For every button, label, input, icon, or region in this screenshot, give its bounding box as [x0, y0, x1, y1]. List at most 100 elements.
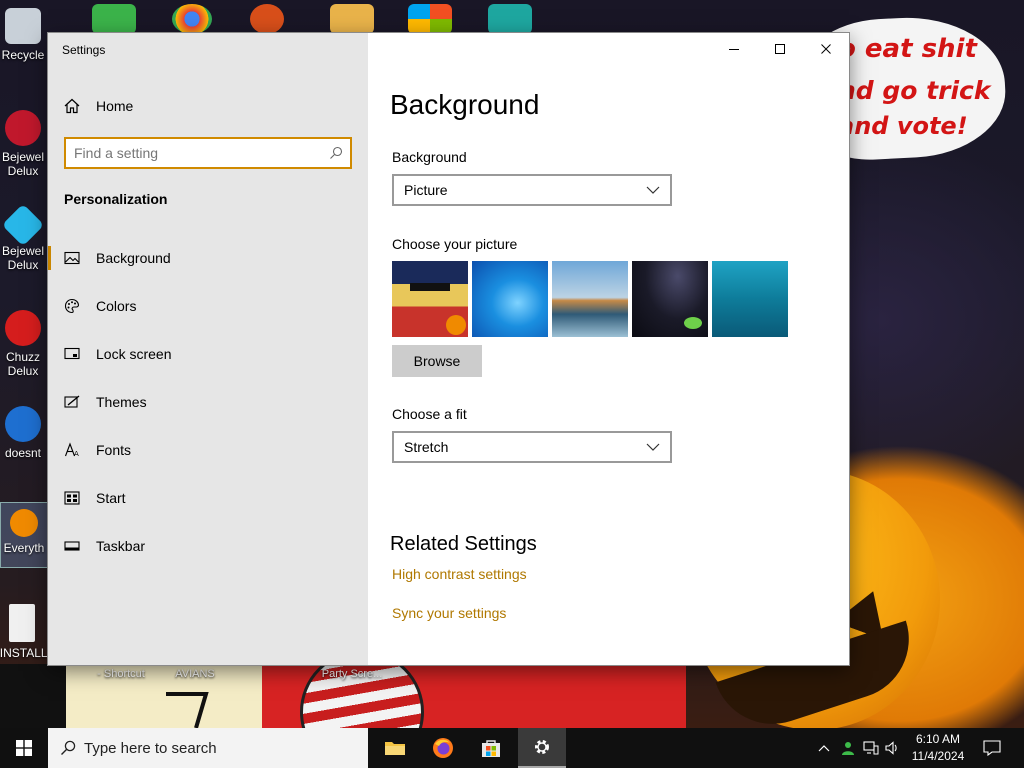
sidebar-item-label: Start [96, 490, 126, 506]
settings-sidebar: Settings Home Personalization Background [48, 33, 368, 665]
chevron-down-icon [646, 186, 660, 194]
section-title: Personalization [64, 191, 168, 207]
picture-thumbnails [392, 261, 788, 337]
network-icon[interactable] [861, 738, 881, 758]
sidebar-item-start[interactable]: Start [48, 478, 368, 518]
home-icon [48, 98, 96, 114]
action-center-icon[interactable] [982, 738, 1002, 758]
show-hidden-icons-chevron-icon[interactable] [814, 738, 834, 758]
taskbar-search-placeholder: Type here to search [84, 739, 217, 757]
picture-thumbnail-beach[interactable] [552, 261, 628, 337]
brush-icon [48, 394, 96, 410]
gear-icon [535, 740, 549, 754]
choose-picture-label: Choose your picture [392, 236, 518, 252]
desktop-icon-label: !INSTALL [0, 646, 48, 660]
nav-home-label: Home [96, 98, 134, 114]
chrome-icon[interactable] [172, 4, 212, 34]
high-contrast-link[interactable]: High contrast settings [392, 566, 527, 582]
taskbar-microsoft-store[interactable] [467, 728, 515, 768]
svg-text:A: A [74, 450, 79, 458]
picture-icon [48, 250, 96, 266]
taskbar: Type here to search 6:10 AM 11/4/2024 [0, 728, 1024, 768]
maximize-icon [775, 44, 785, 54]
settings-search-box[interactable] [64, 137, 352, 169]
chuzzle-icon [5, 310, 41, 346]
desktop-icon-label-party[interactable]: Party Scre... [312, 668, 392, 680]
browse-button[interactable]: Browse [392, 345, 482, 377]
background-type-label: Background [392, 149, 467, 165]
microsoft-icon[interactable] [408, 4, 452, 34]
wallpaper-panel [0, 664, 66, 728]
volume-icon[interactable] [882, 738, 902, 758]
desktop-icon-label: Everyth [3, 541, 45, 555]
diamond-icon [1, 203, 45, 247]
minimize-icon [729, 49, 739, 50]
nav-home[interactable]: Home [48, 86, 368, 126]
desktop-icon-label-avians[interactable]: AVIANS [160, 668, 230, 680]
picture-thumbnail-night-sky[interactable] [632, 261, 708, 337]
wallpaper-text-2: nd go trick [838, 76, 991, 105]
background-type-dropdown[interactable]: Picture [392, 174, 672, 206]
windows-logo-icon [16, 740, 32, 756]
settings-search-input[interactable] [66, 139, 322, 167]
page-title: Background [390, 89, 540, 120]
start-button[interactable] [0, 728, 48, 768]
tent-glow-shape [684, 317, 702, 329]
firefox-icon [433, 738, 453, 758]
chevron-down-icon [646, 443, 660, 451]
window-title: Settings [62, 43, 106, 57]
sidebar-item-taskbar[interactable]: Taskbar [48, 526, 368, 566]
start-icon [48, 490, 96, 506]
recycle-bin-icon [5, 8, 41, 44]
font-icon: A [48, 442, 96, 458]
store-icon [482, 740, 500, 757]
close-icon [821, 44, 831, 54]
picture-thumbnail-windows[interactable] [472, 261, 548, 337]
settings-window: Settings Home Personalization Background [48, 33, 849, 665]
thunderbird-icon [5, 406, 41, 442]
wallpaper-text-3: and vote! [838, 112, 968, 140]
sidebar-item-label: Fonts [96, 442, 132, 458]
sunglasses-shape [410, 283, 450, 291]
sidebar-item-background[interactable]: Background [48, 238, 368, 278]
desktop-app-icon[interactable] [330, 4, 374, 34]
sidebar-item-themes[interactable]: Themes [48, 382, 368, 422]
minimize-button[interactable] [711, 33, 757, 65]
document-icon [9, 604, 35, 642]
sidebar-item-label: Colors [96, 298, 137, 314]
desktop-icon-label-shortcut[interactable]: - Shortcut [86, 668, 156, 680]
folder-icon [385, 742, 405, 755]
sidebar-item-fonts[interactable]: A Fonts [48, 430, 368, 470]
desktop-icon-everything[interactable]: Everyth [0, 502, 48, 568]
taskbar-settings[interactable] [518, 728, 566, 768]
taskbar-firefox[interactable] [419, 728, 467, 768]
sidebar-item-lock-screen[interactable]: Lock screen [48, 334, 368, 374]
taskbar-search-box[interactable]: Type here to search [48, 728, 368, 768]
picture-thumbnail-cartoon[interactable] [392, 261, 468, 337]
wallpaper-text-1: o eat shit [838, 34, 977, 64]
sidebar-item-label: Background [96, 250, 171, 266]
desktop-app-icon[interactable] [92, 4, 136, 34]
maximize-button[interactable] [757, 33, 803, 65]
close-button[interactable] [803, 33, 849, 65]
taskbar-clock[interactable]: 6:10 AM 11/4/2024 [906, 731, 970, 765]
picture-thumbnail-underwater[interactable] [712, 261, 788, 337]
taskbar-icon [48, 538, 96, 554]
pumpkin-shape [446, 315, 466, 335]
clock-time: 6:10 AM [915, 732, 961, 746]
sync-settings-link[interactable]: Sync your settings [392, 605, 506, 621]
desktop-app-icon[interactable] [488, 4, 532, 34]
bejeweled-icon [5, 110, 41, 146]
related-settings-title: Related Settings [390, 533, 537, 555]
sidebar-item-colors[interactable]: Colors [48, 286, 368, 326]
desktop-app-icon[interactable] [250, 4, 284, 34]
lock-screen-icon [48, 346, 96, 362]
sidebar-item-label: Themes [96, 394, 147, 410]
fit-dropdown[interactable]: Stretch [392, 431, 672, 463]
search-icon [60, 740, 76, 756]
taskbar-file-explorer[interactable] [371, 728, 419, 768]
clock-date: 11/4/2024 [911, 749, 965, 763]
background-type-value: Picture [404, 182, 448, 198]
user-people-icon[interactable] [838, 738, 858, 758]
search-icon[interactable] [322, 146, 350, 160]
